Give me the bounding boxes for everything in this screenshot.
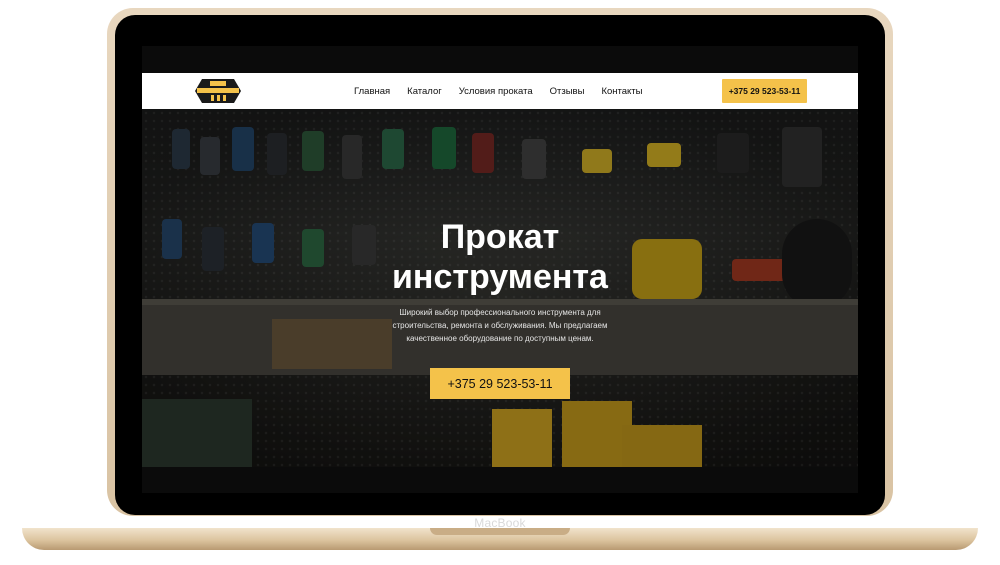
hero-phone-button[interactable]: +375 29 523-53-11: [430, 368, 570, 399]
header-phone-button[interactable]: +375 29 523-53-11: [722, 79, 807, 103]
nav-item-contacts[interactable]: Контакты: [601, 86, 642, 97]
laptop-base-notch: [430, 528, 570, 535]
logo-icon: [195, 79, 241, 103]
logo[interactable]: [194, 77, 242, 105]
hero-title: Прокат инструмента: [142, 217, 858, 297]
nav-item-reviews[interactable]: Отзывы: [550, 86, 585, 97]
site-header: Главная Каталог Условия проката Отзывы К…: [142, 73, 858, 109]
nav-item-rental-terms[interactable]: Условия проката: [459, 86, 533, 97]
nav-item-home[interactable]: Главная: [354, 86, 390, 97]
hero-section: Прокат инструмента Широкий выбор професс…: [142, 109, 858, 467]
main-nav: Главная Каталог Условия проката Отзывы К…: [354, 73, 642, 109]
screen-bottom-area: [142, 467, 858, 493]
hero-title-line1: Прокат: [440, 218, 560, 256]
hero-title-line2: инструмента: [392, 258, 608, 296]
nav-item-catalog[interactable]: Каталог: [407, 86, 442, 97]
hero-description: Широкий выбор профессионального инструме…: [392, 308, 608, 343]
laptop-screen: Главная Каталог Условия проката Отзывы К…: [142, 46, 858, 493]
